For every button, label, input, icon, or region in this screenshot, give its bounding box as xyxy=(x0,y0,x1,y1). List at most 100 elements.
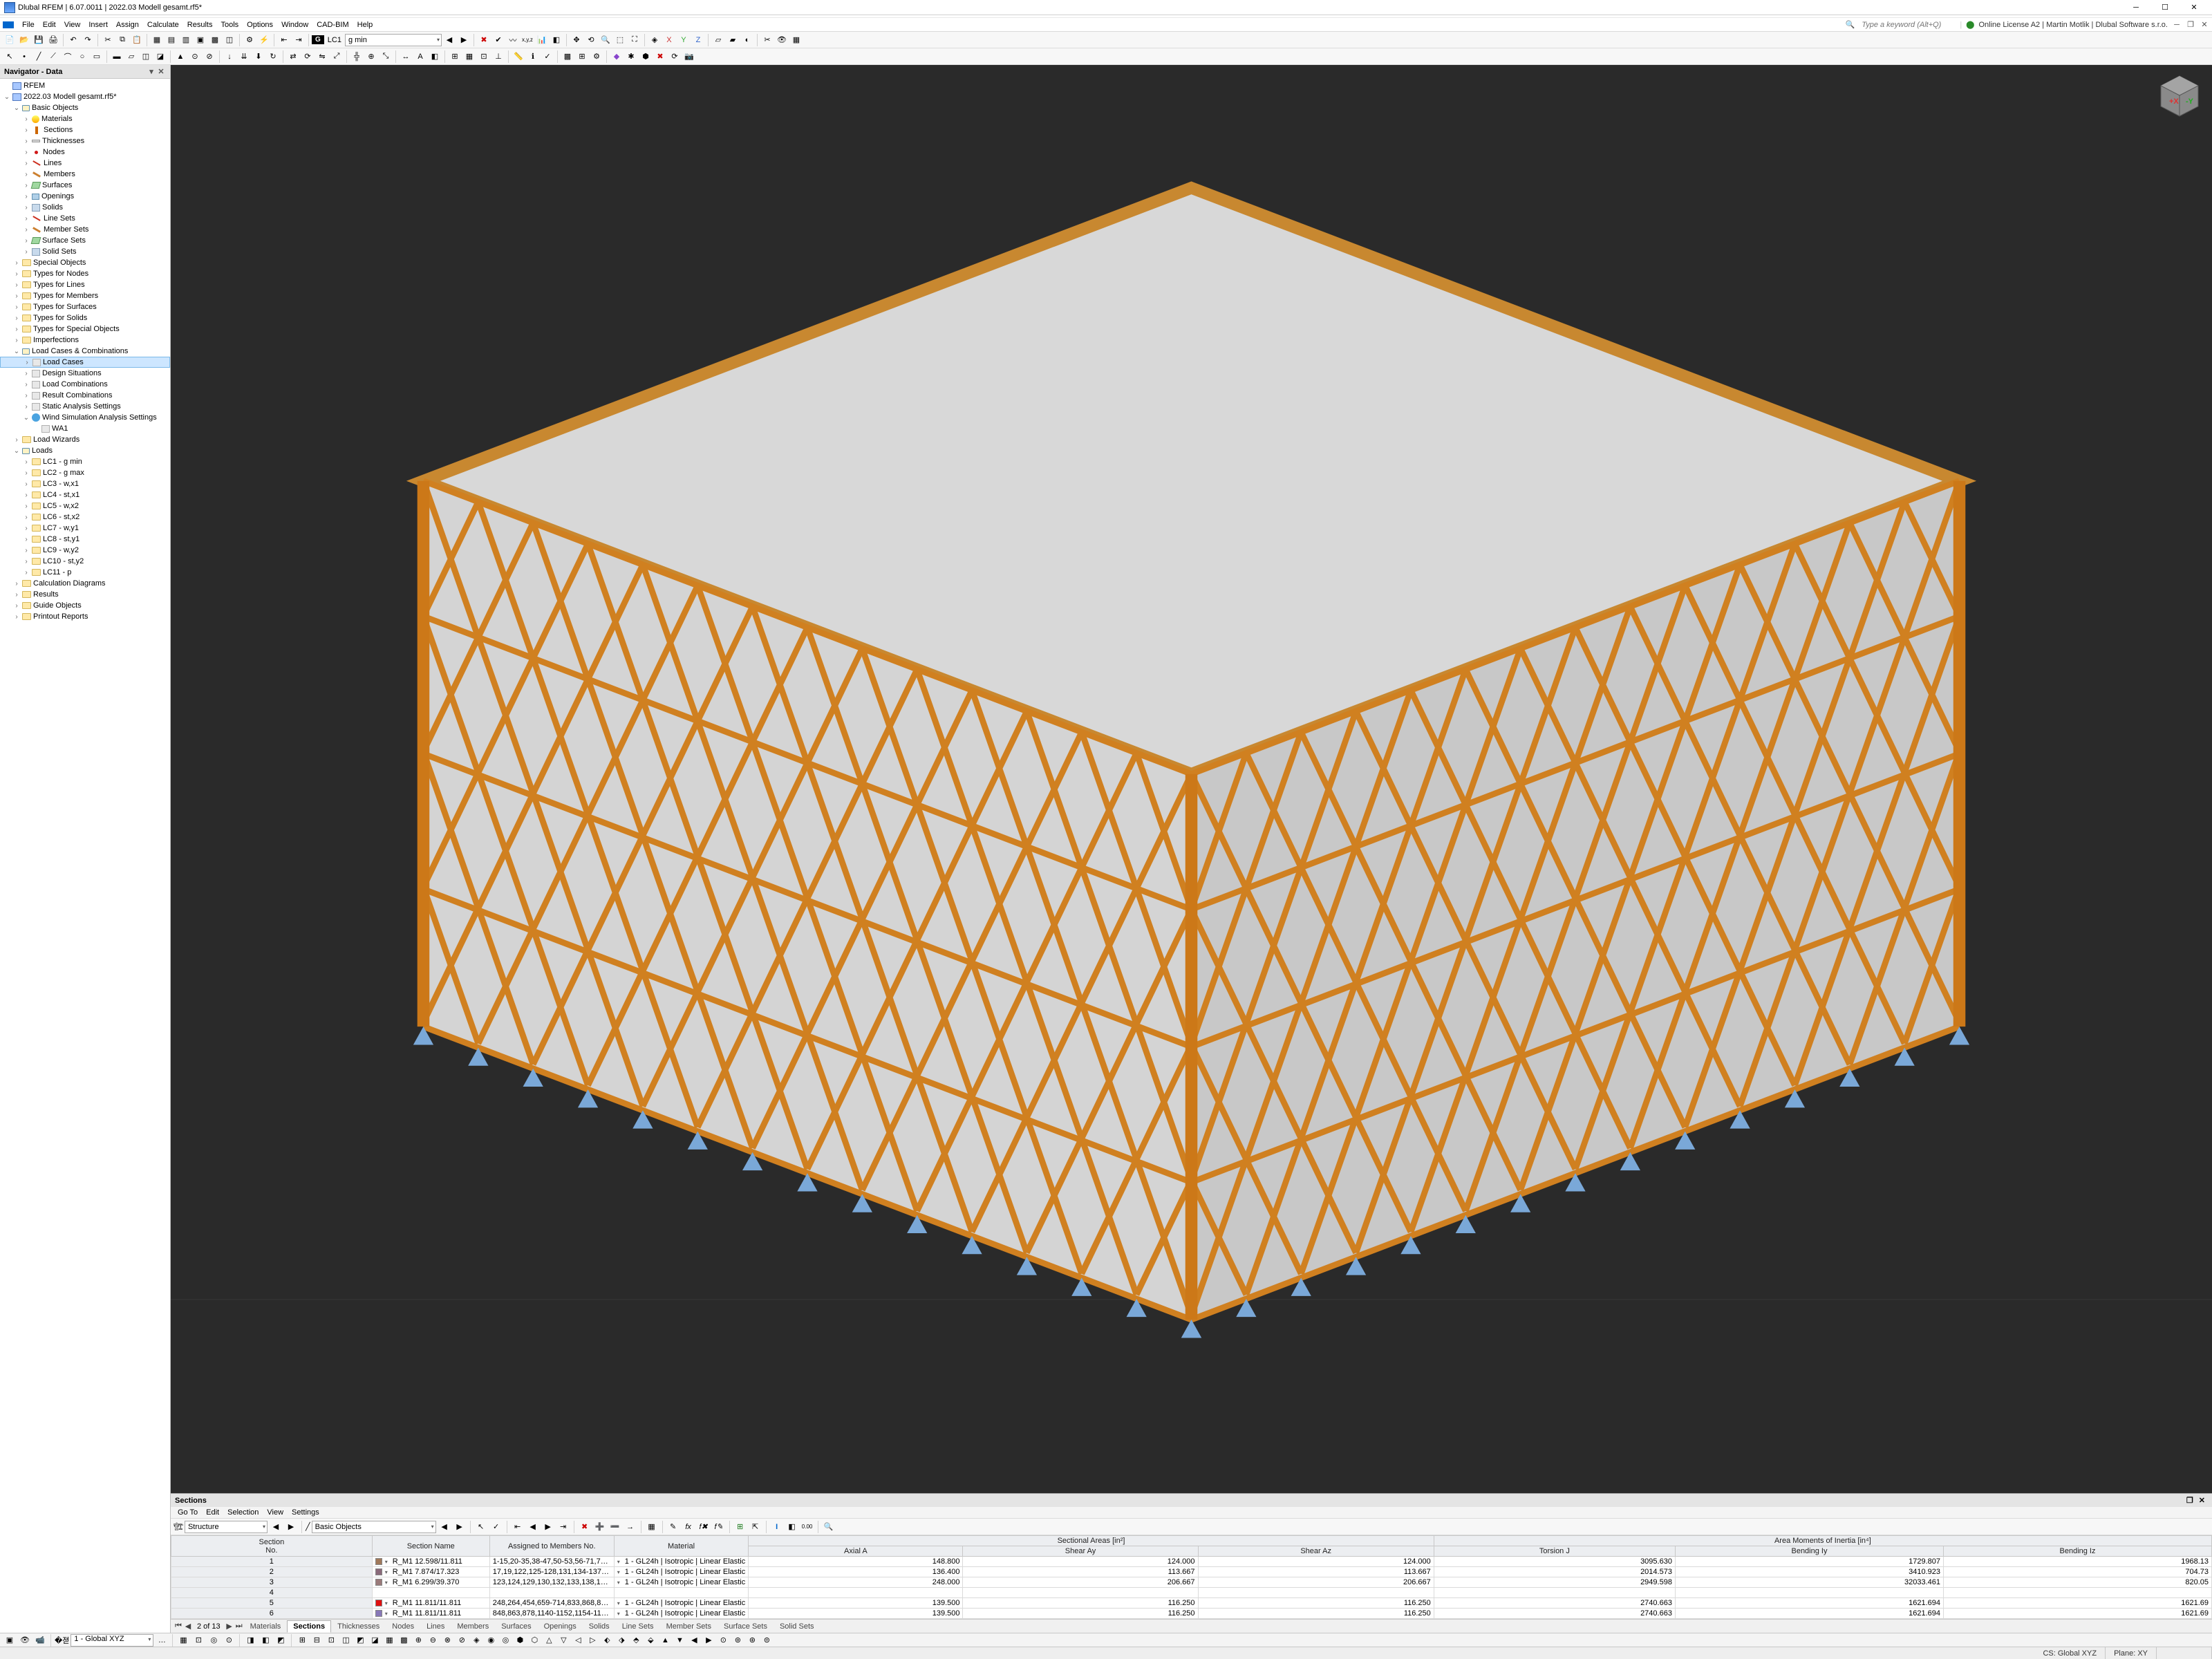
delete-results-button[interactable]: ✖ xyxy=(653,50,667,64)
snap-grid-button[interactable]: ⊡ xyxy=(191,1633,205,1647)
bottom-toggle-29[interactable]: ⊙ xyxy=(716,1633,730,1647)
bottom-toggle-1[interactable]: ⊟ xyxy=(310,1633,324,1647)
member-button[interactable]: ▬ xyxy=(110,50,124,64)
circle-button[interactable]: ○ xyxy=(75,50,89,64)
table-row[interactable]: 6▾ R_M1 11.811/11.811848,863,878,1140-11… xyxy=(171,1609,2212,1619)
tree-load-wizards[interactable]: ›Load Wizards xyxy=(0,434,170,445)
tree-lc11---p[interactable]: ›LC11 - p xyxy=(0,567,170,578)
x-view-button[interactable]: X xyxy=(662,33,676,47)
sections-menu-settings[interactable]: Settings xyxy=(289,1508,322,1517)
zoom-window-button[interactable]: ⬚ xyxy=(613,33,627,47)
polyline-button[interactable]: ⟋ xyxy=(46,50,60,64)
z-view-button[interactable]: Z xyxy=(691,33,705,47)
menu-help[interactable]: Help xyxy=(353,19,377,30)
tree-surface-sets[interactable]: ›Surface Sets xyxy=(0,235,170,246)
combo1-next-button[interactable]: ▶ xyxy=(284,1520,298,1534)
snap-line-button[interactable]: ⊙ xyxy=(222,1633,236,1647)
edit-button[interactable]: ✎ xyxy=(666,1520,680,1534)
tab-last-button[interactable]: ⏭ xyxy=(234,1622,244,1631)
tab-surface-sets[interactable]: Surface Sets xyxy=(718,1620,774,1633)
insert-row-button[interactable]: ➕ xyxy=(593,1520,607,1534)
tab-nodes[interactable]: Nodes xyxy=(386,1620,420,1633)
excel-button[interactable]: ⊞ xyxy=(733,1520,747,1534)
tree-lc7---w-y1[interactable]: ›LC7 - w,y1 xyxy=(0,523,170,534)
layout-2-button[interactable]: ▣ xyxy=(194,33,207,47)
bottom-toggle-22[interactable]: ⬗ xyxy=(615,1633,628,1647)
mirror-button[interactable]: ⇋ xyxy=(315,50,329,64)
check-button[interactable]: ✓ xyxy=(541,50,554,64)
tab-solids[interactable]: Solids xyxy=(583,1620,616,1633)
basic-objects-combo[interactable]: Basic Objects xyxy=(312,1521,436,1533)
move-copy-button[interactable]: ⇄ xyxy=(286,50,300,64)
tree-thicknesses[interactable]: ›Thicknesses xyxy=(0,135,170,147)
transparent-button[interactable]: ◐ xyxy=(740,33,754,47)
mesh-refine-button[interactable]: ⊞ xyxy=(575,50,589,64)
camera-button[interactable]: 📷 xyxy=(682,50,696,64)
redo-button[interactable]: ↷ xyxy=(81,33,95,47)
bottom-toggle-3[interactable]: ◫ xyxy=(339,1633,353,1647)
results-off-button[interactable]: ✖ xyxy=(477,33,491,47)
tab-line-sets[interactable]: Line Sets xyxy=(616,1620,660,1633)
tree-lc10---st-y2[interactable]: ›LC10 - st,y2 xyxy=(0,556,170,567)
bottom-toggle-21[interactable]: ⬖ xyxy=(600,1633,614,1647)
zoom-button[interactable]: 🔍 xyxy=(599,33,612,47)
surface-button[interactable]: ▱ xyxy=(124,50,138,64)
prev-row-button[interactable]: ◀ xyxy=(526,1520,540,1534)
panel-toggle-button[interactable]: ▣ xyxy=(3,1633,17,1647)
paste-button[interactable]: 📋 xyxy=(130,33,144,47)
bottom-toggle-28[interactable]: ▶ xyxy=(702,1633,715,1647)
deformation-button[interactable]: 〰 xyxy=(506,33,520,47)
tree-lc3---w-x1[interactable]: ›LC3 - w,x1 xyxy=(0,478,170,489)
tree-basic-objects[interactable]: ⌄Basic Objects xyxy=(0,102,170,113)
tree-lc4---st-x1[interactable]: ›LC4 - st,x1 xyxy=(0,489,170,500)
table-row[interactable]: 1▾ R_M1 12.598/11.8111-15,20-35,38-47,50… xyxy=(171,1557,2212,1567)
maximize-button[interactable]: ☐ xyxy=(2151,1,2179,15)
loadcase-combo[interactable]: g min xyxy=(345,34,442,46)
tab-next-button[interactable]: ▶ xyxy=(225,1622,234,1631)
bottom-toggle-11[interactable]: ⊘ xyxy=(455,1633,469,1647)
tree-static-analysis-settings[interactable]: ›Static Analysis Settings xyxy=(0,401,170,412)
move-button[interactable]: ✥ xyxy=(570,33,583,47)
open-button[interactable]: 📂 xyxy=(17,33,31,47)
select-row-button[interactable]: ↖ xyxy=(474,1520,488,1534)
fx-edit-button[interactable]: f✎ xyxy=(712,1520,726,1534)
bottom-toggle-15[interactable]: ⬢ xyxy=(513,1633,527,1647)
grid-button[interactable]: ▦ xyxy=(462,50,476,64)
zoom-all-button[interactable]: ⛶ xyxy=(628,33,641,47)
line-load-button[interactable]: ⇊ xyxy=(237,50,251,64)
tree-members[interactable]: ›Members xyxy=(0,169,170,180)
clipping-button[interactable]: ✂ xyxy=(760,33,774,47)
bottom-toggle-13[interactable]: ◉ xyxy=(484,1633,498,1647)
align-left-button[interactable]: ⇤ xyxy=(277,33,291,47)
print-button[interactable]: 🖨 xyxy=(46,33,60,47)
bottom-toggle-24[interactable]: ⬙ xyxy=(644,1633,657,1647)
menu-options[interactable]: Options xyxy=(243,19,277,30)
tree-imperfections[interactable]: ›Imperfections xyxy=(0,335,170,346)
line-button[interactable]: ╱ xyxy=(32,50,46,64)
tree-lc2---g-max[interactable]: ›LC2 - g max xyxy=(0,467,170,478)
tree-2022-03-modell-gesamt-rf5-[interactable]: ⌄2022.03 Modell gesamt.rf5* xyxy=(0,91,170,102)
mdi-minimize-button[interactable]: ─ xyxy=(2172,20,2182,30)
plane-xz-button[interactable]: ◩ xyxy=(274,1633,288,1647)
tree-types-for-nodes[interactable]: ›Types for Nodes xyxy=(0,268,170,279)
tree-openings[interactable]: ›Openings xyxy=(0,191,170,202)
dimension-button[interactable]: ↔ xyxy=(399,50,413,64)
layout-3-button[interactable]: ▩ xyxy=(208,33,222,47)
model-viewport[interactable]: +X -Y xyxy=(171,65,2212,1493)
tab-surfaces[interactable]: Surfaces xyxy=(495,1620,537,1633)
menu-file[interactable]: File xyxy=(18,19,39,30)
tree-lines[interactable]: ›Lines xyxy=(0,158,170,169)
tree-types-for-solids[interactable]: ›Types for Solids xyxy=(0,312,170,324)
tree-calculation-diagrams[interactable]: ›Calculation Diagrams xyxy=(0,578,170,589)
bottom-toggle-19[interactable]: ◁ xyxy=(571,1633,585,1647)
menu-assign[interactable]: Assign xyxy=(112,19,143,30)
tree-solid-sets[interactable]: ›Solid Sets xyxy=(0,246,170,257)
combo1-prev-button[interactable]: ◀ xyxy=(269,1520,283,1534)
loadcase-next-button[interactable]: ▶ xyxy=(457,33,471,47)
navigator-pin-button[interactable]: ▾ xyxy=(147,67,156,76)
tab-thicknesses[interactable]: Thicknesses xyxy=(331,1620,386,1633)
extend-button[interactable]: ⤡ xyxy=(379,50,393,64)
tree-lc9---w-y2[interactable]: ›LC9 - w,y2 xyxy=(0,545,170,556)
save-button[interactable]: 💾 xyxy=(32,33,46,47)
new-button[interactable]: 📄 xyxy=(3,33,17,47)
